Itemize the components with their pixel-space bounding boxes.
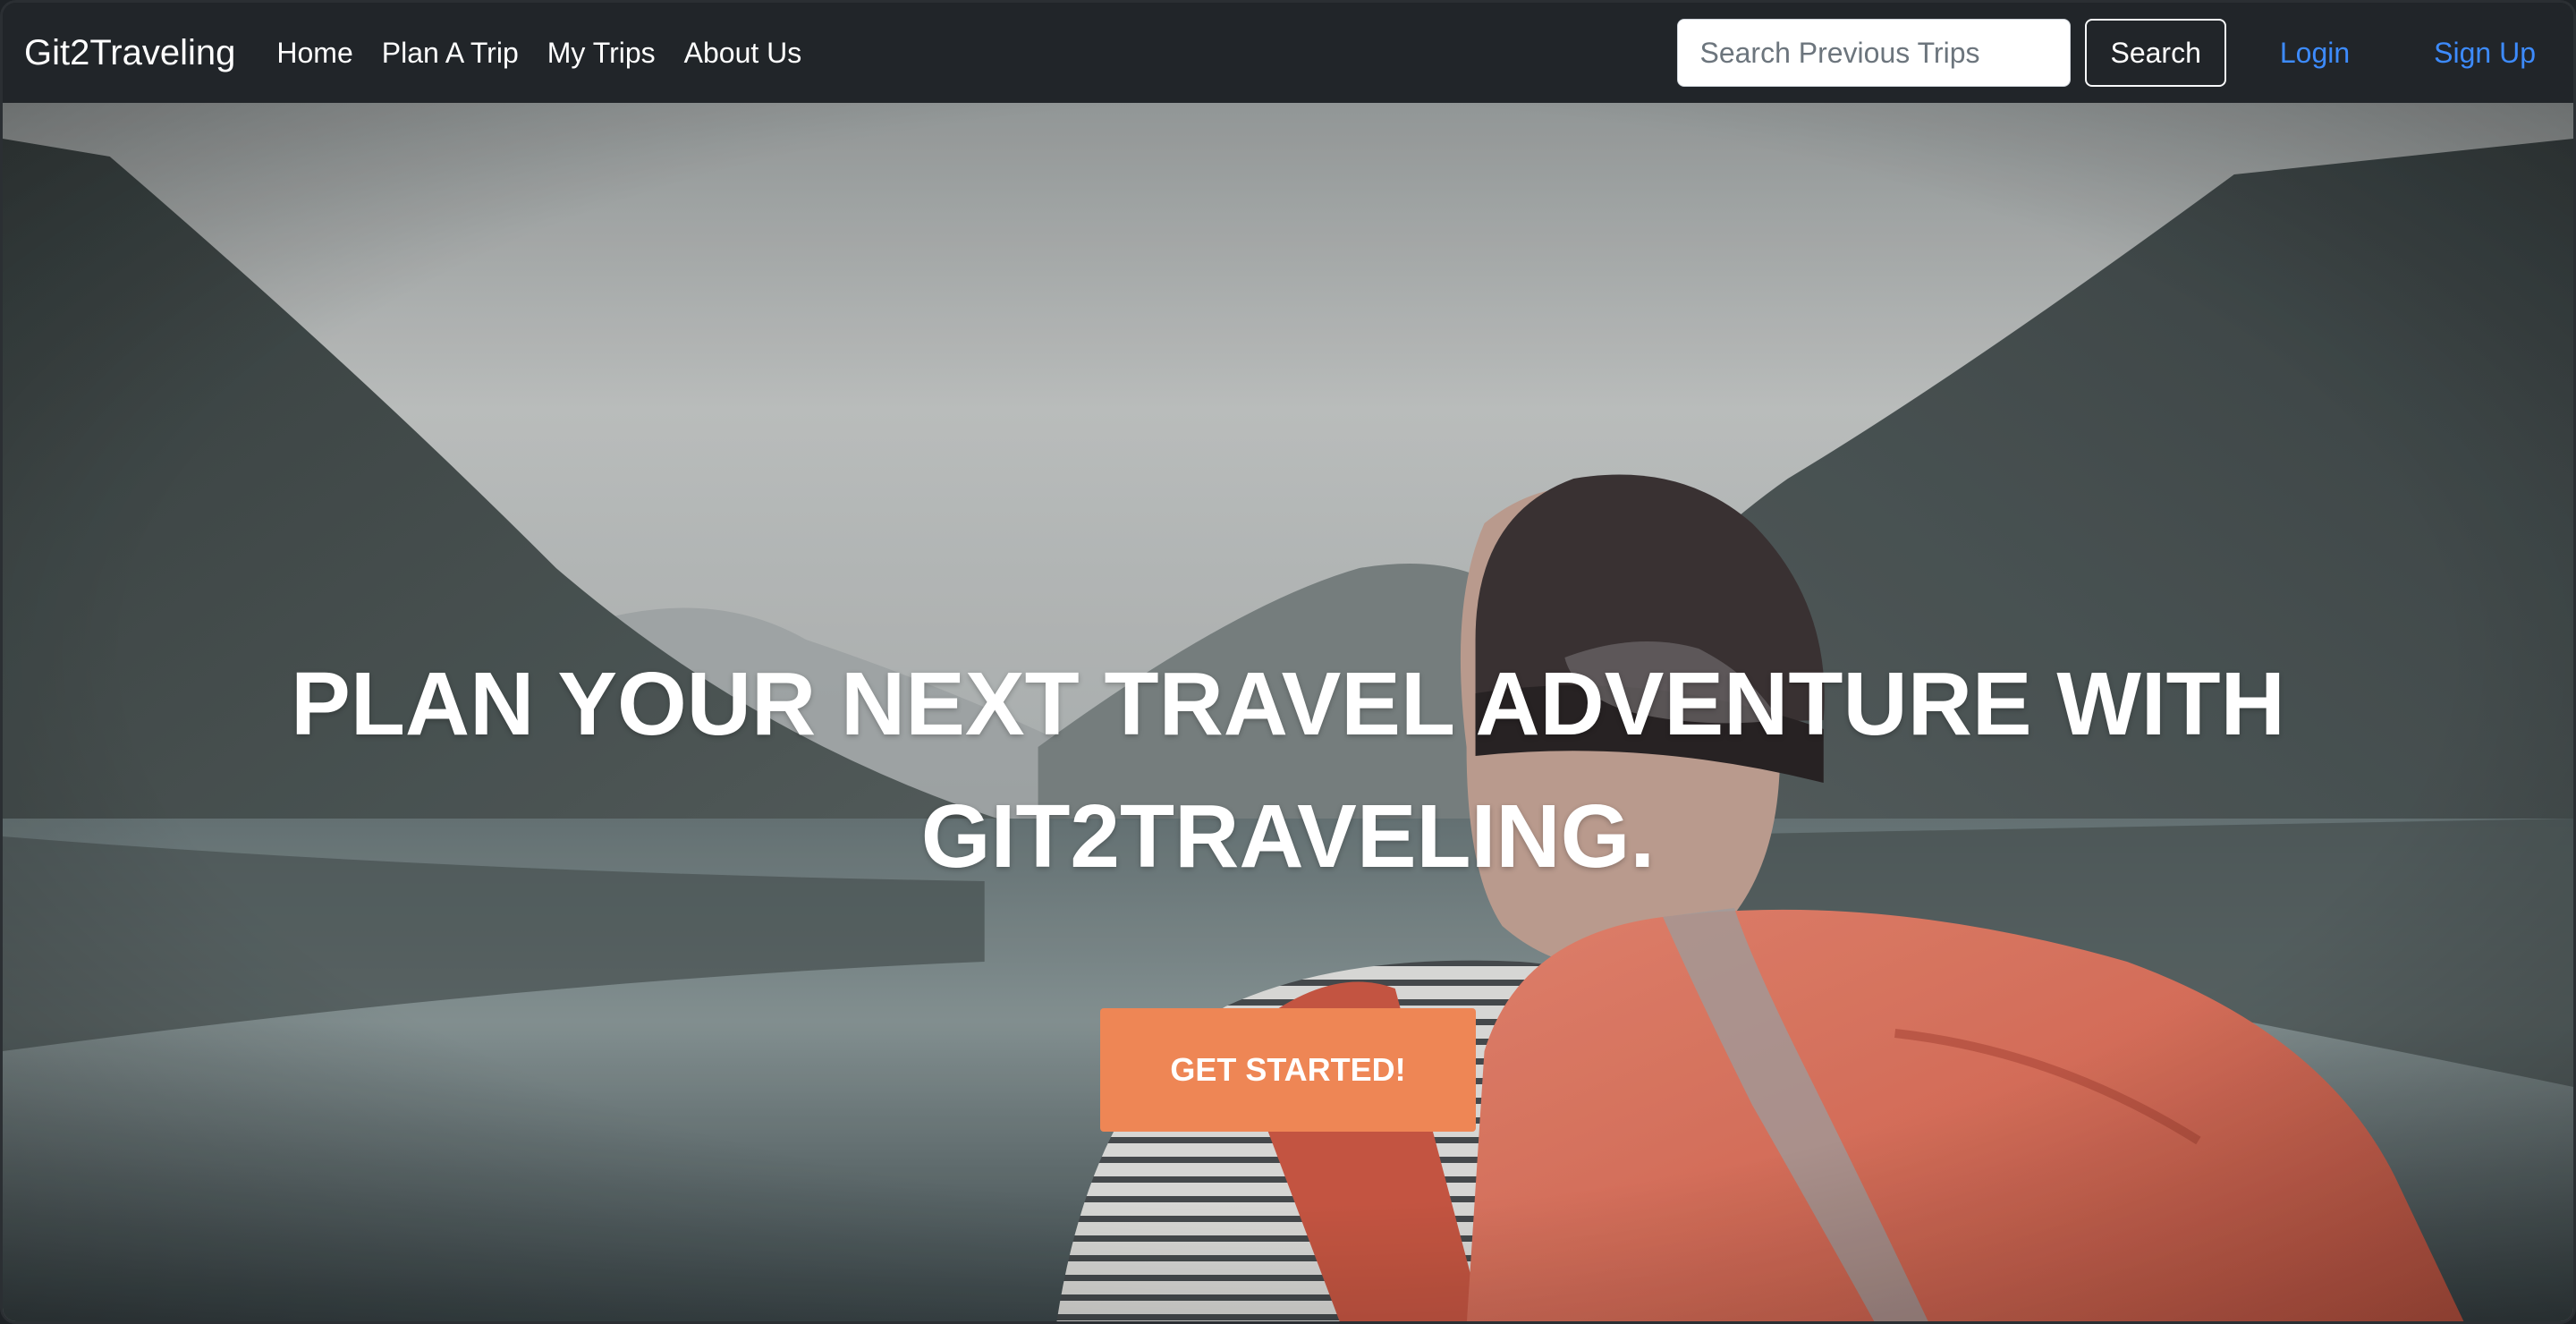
nav-link-plan-a-trip[interactable]: Plan A Trip bbox=[382, 37, 519, 70]
hero-title: PLAN YOUR NEXT TRAVEL ADVENTURE WITH GIT… bbox=[291, 654, 2285, 887]
top-navbar: Git2Traveling Home Plan A Trip My Trips … bbox=[3, 3, 2573, 103]
nav-link-my-trips[interactable]: My Trips bbox=[547, 37, 656, 70]
nav-link-home[interactable]: Home bbox=[276, 37, 352, 70]
nav-right-group: Search Login Sign Up bbox=[1677, 19, 2552, 87]
nav-links: Home Plan A Trip My Trips About Us bbox=[276, 37, 830, 70]
brand-logo[interactable]: Git2Traveling bbox=[24, 33, 235, 73]
nav-link-about-us[interactable]: About Us bbox=[684, 37, 802, 70]
search-trips-input[interactable] bbox=[1677, 19, 2072, 87]
login-link[interactable]: Login bbox=[2280, 37, 2350, 70]
browser-frame: Git2Traveling Home Plan A Trip My Trips … bbox=[0, 0, 2576, 1324]
get-started-button[interactable]: GET STARTED! bbox=[1100, 1008, 1476, 1132]
signup-link[interactable]: Sign Up bbox=[2434, 37, 2536, 70]
hero-content: PLAN YOUR NEXT TRAVEL ADVENTURE WITH GIT… bbox=[3, 638, 2573, 1132]
search-button[interactable]: Search bbox=[2085, 19, 2226, 87]
hero-section: PLAN YOUR NEXT TRAVEL ADVENTURE WITH GIT… bbox=[3, 103, 2573, 1321]
